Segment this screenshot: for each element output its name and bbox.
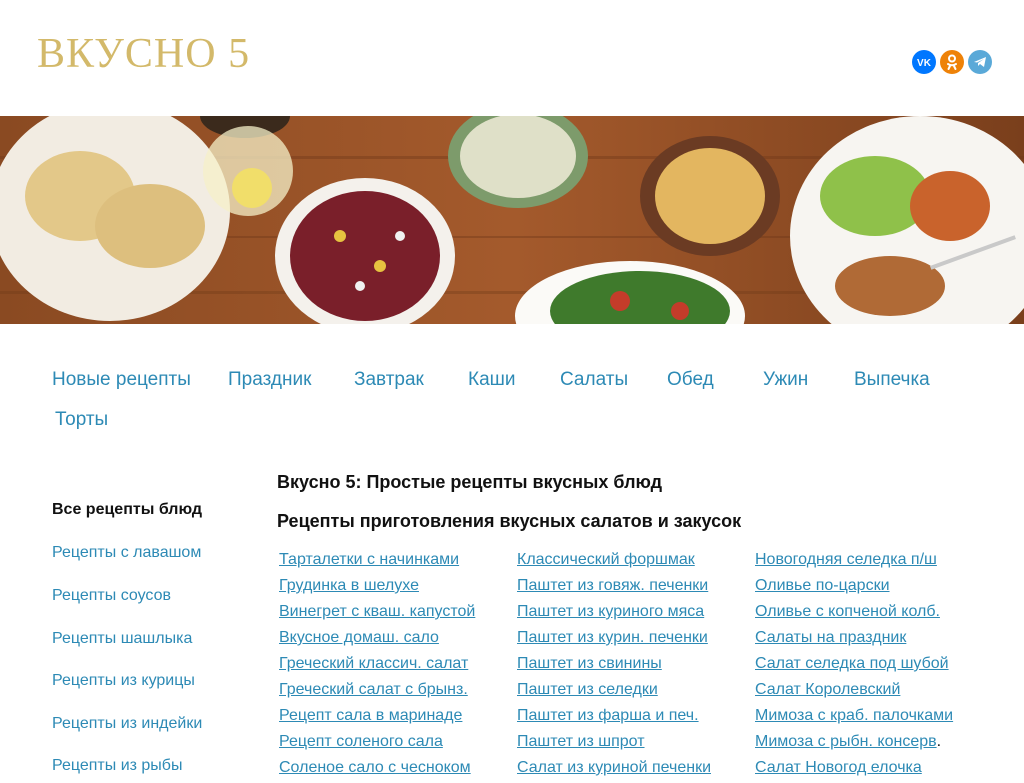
recipe-link[interactable]: Оливье по-царски (755, 575, 991, 601)
menu-item-salads[interactable]: Салаты (560, 368, 628, 392)
sidebar-item-shashlik[interactable]: Рецепты шашлыка (52, 629, 192, 649)
recipe-link[interactable]: Паштет из шпрот (517, 731, 753, 757)
sidebar-item-chicken[interactable]: Рецепты из курицы (52, 671, 195, 691)
sidebar-item-lavash[interactable]: Рецепты с лавашом (52, 543, 201, 563)
menu-item-porridge[interactable]: Каши (468, 368, 516, 392)
recipe-link[interactable]: Паштет из селедки (517, 679, 753, 705)
menu-item-lunch[interactable]: Обед (667, 368, 714, 392)
recipe-link[interactable]: Греческий салат с брынз. (279, 679, 515, 705)
recipe-link[interactable]: Мимоза с краб. палочками (755, 705, 991, 731)
recipe-link[interactable]: Паштет из фарша и печ. (517, 705, 753, 731)
recipe-column-1: Тарталетки с начинками Грудинка в шелухе… (279, 549, 515, 783)
recipe-row: Мимоза с рыбн. консерв. (755, 731, 991, 757)
recipe-link[interactable]: Салат Королевский (755, 679, 991, 705)
recipe-link[interactable]: Салат из куриной печенки (517, 757, 753, 783)
menu-item-holiday[interactable]: Праздник (228, 368, 311, 392)
recipe-link[interactable]: Классический форшмак (517, 549, 753, 575)
recipe-link[interactable]: Рецепт соленого сала (279, 731, 515, 757)
site-header: ВКУСНО 5 VK (0, 0, 1024, 116)
menu-item-new[interactable]: Новые рецепты (52, 368, 191, 392)
vk-icon[interactable]: VK (912, 50, 936, 74)
recipe-link[interactable]: Паштет из говяж. печенки (517, 575, 753, 601)
recipe-link[interactable]: Салаты на праздник (755, 627, 991, 653)
menu-item-cakes[interactable]: Торты (55, 408, 108, 432)
sidebar-title: Все рецепты блюд (52, 501, 203, 518)
sidebar-item-sauces[interactable]: Рецепты соусов (52, 586, 171, 606)
page-title: Вкусно 5: Простые рецепты вкусных блюд (277, 472, 663, 492)
recipe-link[interactable]: Новогодняя селедка п/ш (755, 549, 991, 575)
recipe-column-3: Новогодняя селедка п/ш Оливье по-царски … (755, 549, 991, 783)
recipe-link[interactable]: Паштет из курин. печенки (517, 627, 753, 653)
recipe-link[interactable]: Греческий классич. салат (279, 653, 515, 679)
recipe-link[interactable]: Рецепт сала в маринаде (279, 705, 515, 731)
recipe-link[interactable]: Тарталетки с начинками (279, 549, 515, 575)
site-logo[interactable]: ВКУСНО 5 (37, 30, 250, 78)
menu-item-dinner[interactable]: Ужин (763, 368, 808, 392)
recipe-link[interactable]: Соленое сало с чесноком (279, 757, 515, 783)
sidebar-item-fish[interactable]: Рецепты из рыбы (52, 756, 182, 776)
trailing-dot: . (936, 733, 942, 750)
recipe-link[interactable]: Грудинка в шелухе (279, 575, 515, 601)
svg-text:VK: VK (917, 58, 932, 69)
recipe-link[interactable]: Салат селедка под шубой (755, 653, 991, 679)
food-banner-photo (0, 116, 1024, 324)
sidebar-item-turkey[interactable]: Рецепты из индейки (52, 714, 202, 734)
section-title: Рецепты приготовления вкусных салатов и … (277, 511, 742, 531)
recipe-link[interactable]: Салат Новогод елочка (755, 757, 991, 783)
ok-icon[interactable] (940, 50, 964, 74)
recipe-link[interactable]: Вкусное домаш. сало (279, 627, 515, 653)
menu-item-breakfast[interactable]: Завтрак (354, 368, 424, 392)
recipe-link[interactable]: Винегрет с кваш. капустой (279, 601, 515, 627)
recipe-link[interactable]: Паштет из куриного мяса (517, 601, 753, 627)
recipe-link[interactable]: Мимоза с рыбн. консерв (755, 733, 937, 750)
main-menu: Новые рецепты Праздник Завтрак Каши Сала… (0, 324, 1024, 464)
recipe-column-2: Классический форшмак Паштет из говяж. пе… (517, 549, 753, 783)
telegram-icon[interactable] (968, 50, 992, 74)
recipe-link[interactable]: Оливье с копченой колб. (755, 601, 991, 627)
menu-item-baking[interactable]: Выпечка (854, 368, 930, 392)
recipe-link[interactable]: Паштет из свинины (517, 653, 753, 679)
